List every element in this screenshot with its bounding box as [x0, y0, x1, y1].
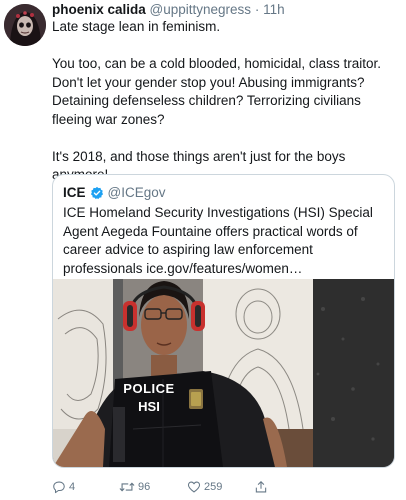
quoted-tweet-header: ICE @ICEgov — [63, 184, 166, 202]
share-icon — [255, 481, 267, 493]
reply-icon — [53, 481, 65, 494]
verified-badge-icon — [90, 186, 103, 200]
handle[interactable]: @uppittynegress — [150, 2, 252, 17]
quoted-handle: @ICEgov — [107, 185, 166, 200]
tweet-body: Late stage lean in feminism. You too, ca… — [52, 18, 397, 185]
retweet-count: 96 — [138, 481, 151, 493]
avatar[interactable] — [4, 4, 46, 46]
vest-label-police: POLICE — [123, 381, 175, 396]
tweet-header: phoenix calida @uppittynegress · 11h — [52, 1, 285, 19]
separator: · — [254, 2, 260, 17]
display-name[interactable]: phoenix calida — [52, 2, 146, 17]
retweet-button[interactable]: 96 — [119, 478, 150, 496]
quoted-display-name: ICE — [63, 185, 86, 200]
timestamp[interactable]: 11h — [263, 2, 285, 17]
tweet-paragraph: You too, can be a cold blooded, homicida… — [52, 56, 381, 127]
quoted-tweet-card[interactable]: ICE @ICEgov ICE Homeland Security Invest… — [52, 174, 395, 468]
agent-photo — [53, 279, 394, 467]
reply-count: 4 — [69, 481, 76, 493]
avatar-image — [4, 4, 46, 46]
reply-button[interactable]: 4 — [52, 478, 75, 496]
share-button[interactable] — [254, 478, 268, 496]
tweet-paragraph: Late stage lean in feminism. — [52, 19, 221, 34]
tweet-actions: 4 96 259 — [52, 478, 397, 496]
vest-label-hsi: HSI — [138, 399, 160, 414]
heart-icon — [187, 481, 201, 493]
like-count: 259 — [204, 481, 223, 493]
like-button[interactable]: 259 — [187, 478, 222, 496]
quoted-tweet-text: ICE Homeland Security Investigations (HS… — [63, 205, 373, 276]
retweet-icon — [119, 482, 135, 492]
tweet[interactable]: phoenix calida @uppittynegress · 11h Lat… — [0, 0, 406, 500]
quoted-tweet-image[interactable]: POLICE HSI — [53, 279, 394, 467]
